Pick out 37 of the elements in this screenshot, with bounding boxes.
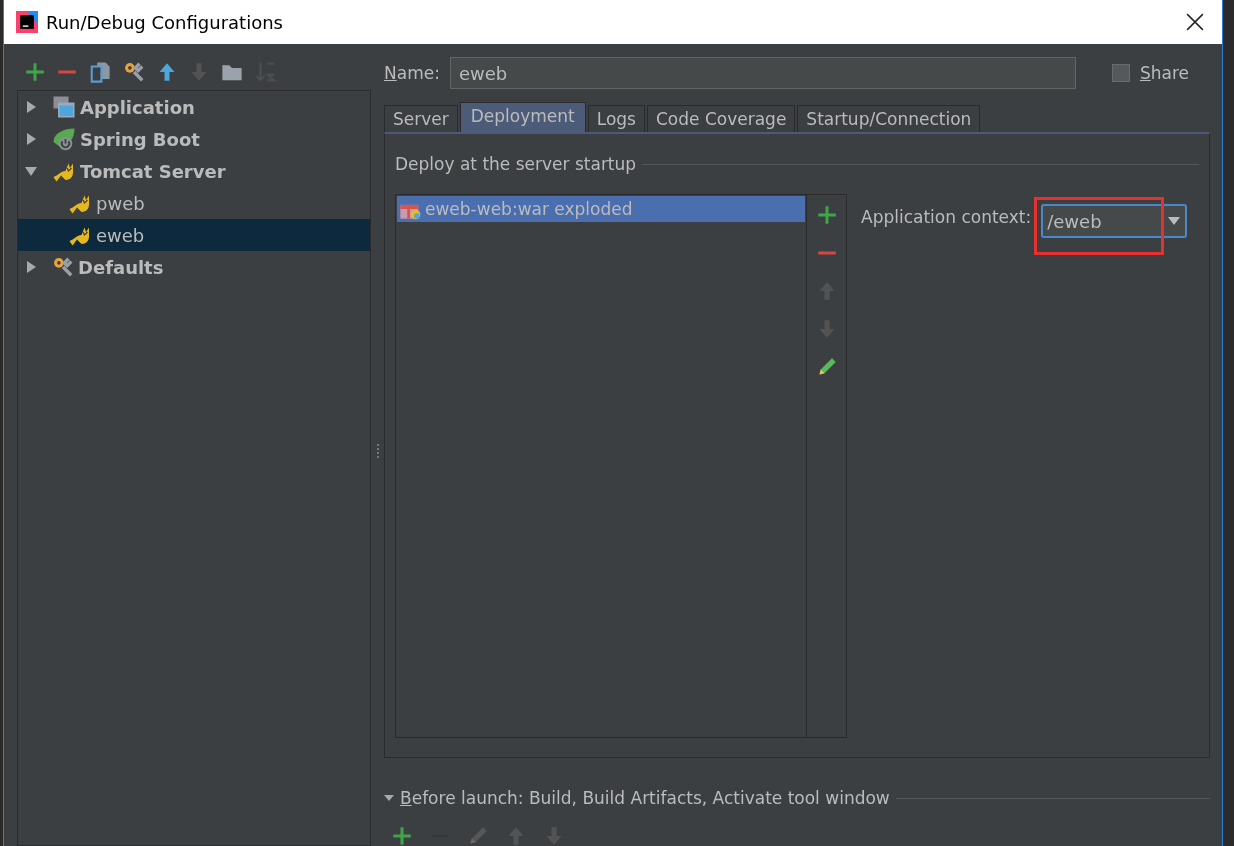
window-title: Run/Debug Configurations [46, 11, 283, 33]
dropdown-arrow-icon [1168, 217, 1181, 225]
tree-item[interactable]: Defaults [18, 251, 370, 283]
window-icon [52, 95, 76, 119]
plus-icon[interactable] [25, 62, 45, 82]
collapsed-triangle-icon[interactable] [24, 132, 38, 146]
plus-icon[interactable] [816, 205, 837, 225]
collapsed-triangle-icon[interactable] [24, 100, 38, 114]
before-launch-title[interactable]: Before launch: Build, Build Artifacts, Activate tool window [400, 788, 890, 808]
close-icon[interactable] [1186, 13, 1204, 31]
leaf-icon [52, 127, 76, 151]
name-label: Name: [384, 63, 440, 83]
tab[interactable]: Deployment [459, 102, 586, 132]
tab[interactable]: Server [384, 105, 458, 132]
application-context-label: Application context: [861, 207, 1032, 227]
copy-icon[interactable] [89, 61, 111, 83]
tab[interactable]: Logs [587, 105, 645, 132]
app-logo-icon [16, 11, 38, 33]
up-arrow-icon[interactable] [157, 62, 177, 82]
name-field[interactable]: eweb [449, 57, 1076, 89]
expanded-triangle-icon[interactable] [24, 164, 38, 178]
application-context-combo[interactable]: /eweb [1041, 204, 1188, 238]
tree-item[interactable]: Spring Boot [18, 123, 370, 155]
share-checkbox[interactable] [1111, 64, 1130, 82]
wrench-icon[interactable] [123, 61, 145, 83]
collapse-triangle-icon[interactable] [384, 793, 394, 803]
plus-icon[interactable] [392, 826, 412, 846]
tree-item[interactable]: pweb [18, 187, 370, 219]
tab[interactable]: Startup/Connection [797, 105, 981, 132]
share-label: Share [1139, 63, 1189, 83]
tree-item[interactable]: Application [18, 91, 370, 123]
tree-item[interactable]: eweb [18, 219, 370, 251]
tab[interactable]: Code Coverage [646, 105, 796, 132]
section-title: Deploy at the server startup [395, 154, 637, 174]
collapsed-triangle-icon[interactable] [24, 260, 38, 274]
tree-item[interactable]: Tomcat Server [18, 155, 370, 187]
wrench-icon [52, 256, 74, 278]
